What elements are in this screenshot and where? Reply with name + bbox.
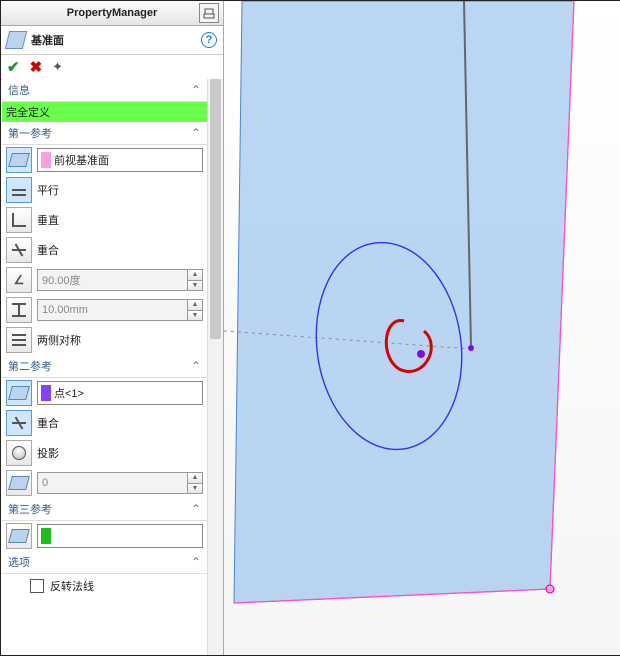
ref1-entity-field[interactable]: 前视基准面 [37,148,203,172]
chevron-up-icon: ⌃ [191,359,201,373]
ref2-offset-spinner[interactable]: 0 ▲▼ [37,472,203,494]
property-manager-panel: PropertyManager 基准面 ? ✔ ✖ ✦ 信息 ⌃ 完全定义 第一… [1,1,224,655]
chevron-up-icon: ⌃ [191,126,201,140]
angle-button[interactable]: ∠ [6,267,32,293]
ref3-entity-field[interactable] [37,524,203,548]
ref2-coincident-label: 重合 [37,415,59,431]
panel-title: PropertyManager [67,7,157,19]
scrollbar-track[interactable] [207,79,223,655]
spin-down-icon[interactable]: ▼ [188,280,202,291]
ok-button[interactable]: ✔ [7,58,20,76]
ref1-entity-icon[interactable] [6,147,32,173]
coincident-button[interactable] [6,237,32,263]
ref3-entity-icon[interactable] [6,523,32,549]
chevron-up-icon: ⌃ [191,83,201,97]
panel-pin-icon[interactable] [199,3,219,23]
distance-button[interactable] [6,297,32,323]
parallel-label: 平行 [37,182,59,198]
angle-spinner[interactable]: 90.00度 ▲▼ [37,269,203,291]
spin-down-icon[interactable]: ▼ [188,483,202,494]
symmetric-label: 两侧对称 [37,332,81,348]
spin-up-icon[interactable]: ▲ [188,270,202,280]
scrollbar-thumb[interactable] [210,79,221,339]
symmetric-button[interactable] [6,327,32,353]
ref2-coincident-button[interactable] [6,410,32,436]
feature-name: 基准面 [31,32,64,48]
flip-normal-label: 反转法线 [50,578,94,594]
chevron-up-icon: ⌃ [191,555,201,569]
spin-up-icon[interactable]: ▲ [188,300,202,310]
feature-title-row: 基准面 ? [1,26,223,55]
chevron-up-icon: ⌃ [191,502,201,516]
action-bar: ✔ ✖ ✦ [1,55,223,80]
keep-visible-button[interactable]: ✦ [52,59,63,75]
coincident-label: 重合 [37,242,59,258]
help-icon[interactable]: ? [201,32,217,48]
model-scene [224,1,620,655]
panel-header: PropertyManager [1,1,223,26]
ref2-offset-button[interactable] [6,470,32,496]
checkbox-icon [30,579,44,593]
section-info[interactable]: 信息 ⌃ [2,79,207,102]
section-options[interactable]: 选项 ⌃ [2,551,207,574]
definition-status: 完全定义 [2,102,207,122]
parallel-button[interactable] [6,177,32,203]
section-ref1[interactable]: 第一参考 ⌃ [2,122,207,145]
project-button[interactable] [6,440,32,466]
perpendicular-button[interactable] [6,207,32,233]
distance-spinner[interactable]: 10.00mm ▲▼ [37,299,203,321]
section-ref3[interactable]: 第三参考 ⌃ [2,498,207,521]
spin-down-icon[interactable]: ▼ [188,310,202,321]
flip-normal-checkbox[interactable]: 反转法线 [2,574,207,598]
plane-icon [5,31,27,49]
spin-up-icon[interactable]: ▲ [188,473,202,483]
graphics-viewport[interactable] [224,1,620,655]
section-ref2[interactable]: 第二参考 ⌃ [2,355,207,378]
panel-scroll: 信息 ⌃ 完全定义 第一参考 ⌃ 前视基准面 平行 垂直 重合 [1,79,223,655]
perpendicular-label: 垂直 [37,212,59,228]
ref2-entity-field[interactable]: 点<1> [37,381,203,405]
ref2-entity-icon[interactable] [6,380,32,406]
cancel-button[interactable]: ✖ [30,58,43,76]
project-label: 投影 [37,445,59,461]
